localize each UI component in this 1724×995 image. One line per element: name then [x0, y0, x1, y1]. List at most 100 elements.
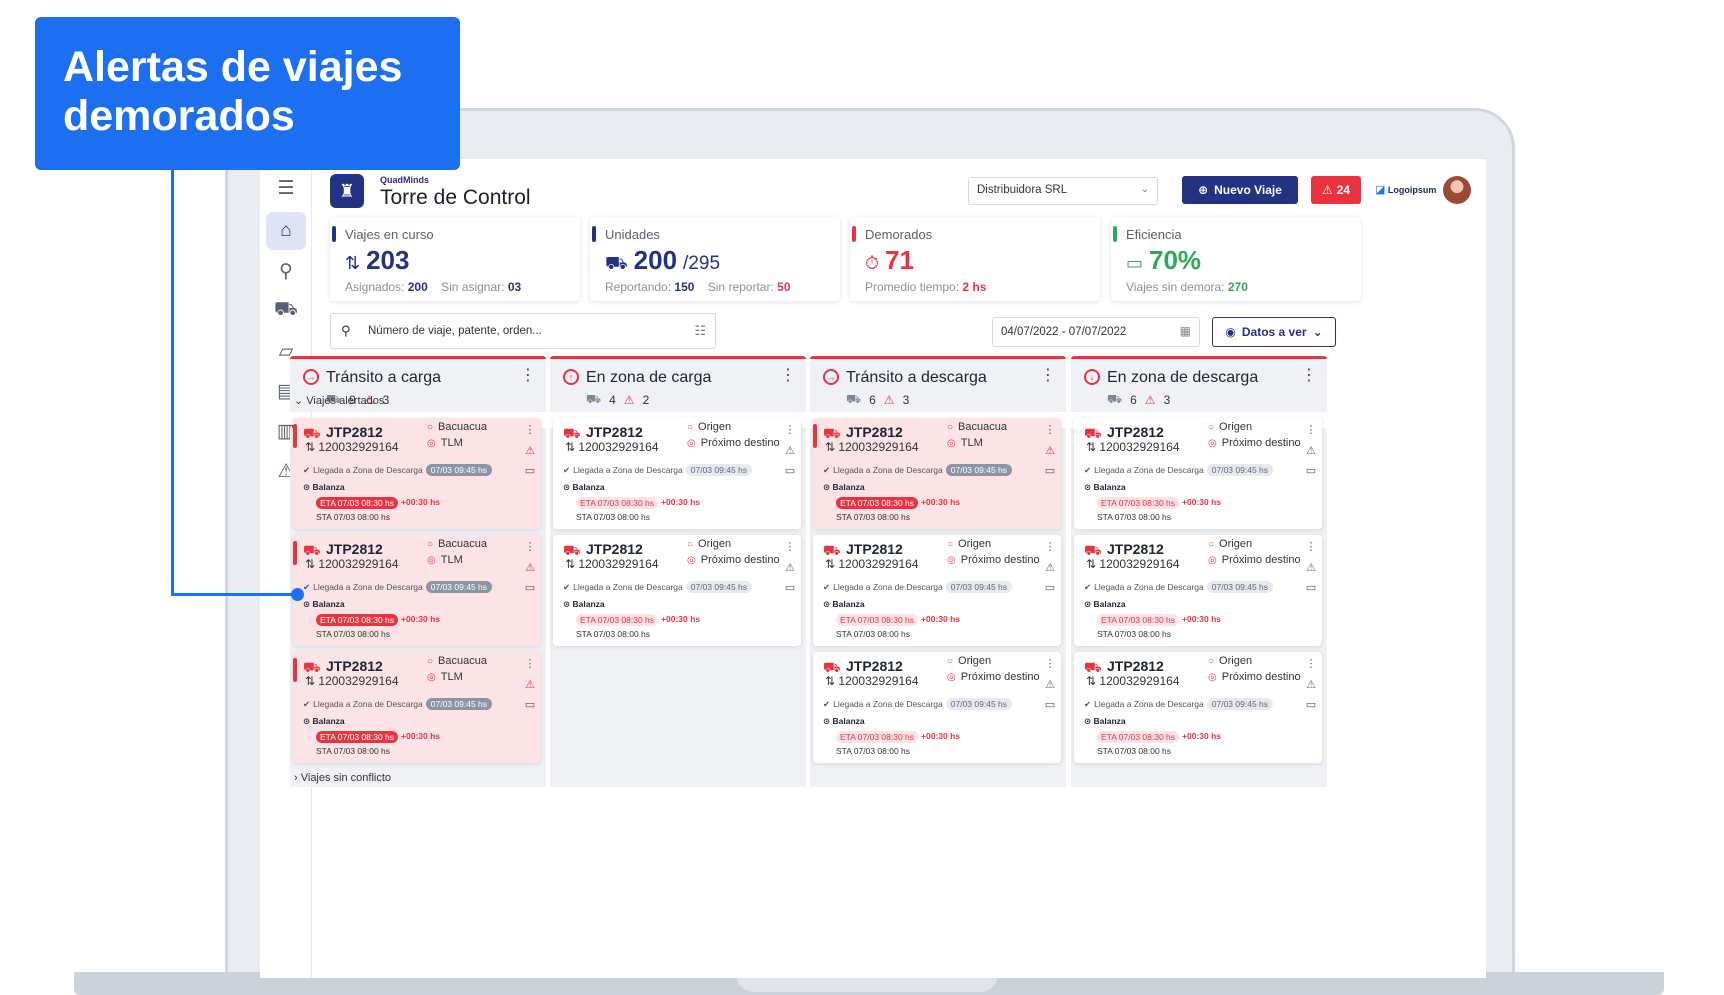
- warning-icon[interactable]: ⚠: [783, 444, 797, 457]
- comment-icon[interactable]: ▭: [1043, 464, 1057, 477]
- trip-number: ⇅ 120032929164: [825, 674, 919, 688]
- comment-icon[interactable]: ▭: [1304, 581, 1318, 594]
- kebab-menu-icon[interactable]: ⋮: [523, 540, 537, 553]
- trip-card[interactable]: ⛟ JTP2812 ⇅ 120032929164 ○ Origen ◎ Próximo de…: [813, 535, 1061, 646]
- comment-icon[interactable]: ▭: [523, 464, 537, 477]
- comment-icon[interactable]: ▭: [523, 581, 537, 594]
- truck-icon: ⛟: [605, 253, 628, 273]
- group-toggle-alerted[interactable]: ⌄ Viajes alertados: [294, 394, 384, 407]
- kebab-menu-icon[interactable]: ⋮: [780, 365, 796, 385]
- trip-number-value: 120032929164: [318, 557, 399, 571]
- kebab-menu-icon[interactable]: ⋮: [523, 657, 537, 670]
- search-input[interactable]: ⚲ Número de viaje, patente, orden... ☷: [330, 313, 716, 349]
- warning-icon[interactable]: ⚠: [783, 561, 797, 574]
- route-icon: ⇅: [305, 674, 316, 688]
- trip-card[interactable]: ⛟ JTP2812 ⇅ 120032929164 ○ Bacuacua ◎ TLM ⋮ ⚠ ▭ ✔ L…: [293, 418, 541, 529]
- warning-icon[interactable]: ⚠: [1043, 444, 1057, 457]
- kebab-menu-icon[interactable]: ⋮: [520, 365, 536, 385]
- column-alert-count: 2: [642, 393, 650, 407]
- menu-icon[interactable]: ☰: [266, 169, 306, 207]
- trip-location-origin: ○ Bacuacua: [427, 421, 487, 433]
- trip-delay: +00:30 hs: [401, 614, 441, 624]
- alerts-button[interactable]: ⚠ 24: [1311, 176, 1361, 204]
- column-counts: ⛟ 6 ⚠ 3: [1107, 392, 1170, 408]
- kebab-menu-icon[interactable]: ⋮: [1043, 540, 1057, 553]
- kebab-menu-icon[interactable]: ⋮: [1304, 423, 1318, 436]
- trip-eta-value: ETA 07/03 08:30 hs: [316, 731, 399, 743]
- location-pin-icon[interactable]: ⚲: [266, 252, 306, 290]
- kebab-menu-icon[interactable]: ⋮: [1304, 540, 1318, 553]
- trip-card[interactable]: ⛟ JTP2812 ⇅ 120032929164 ○ Origen ◎ Próximo de…: [1074, 652, 1322, 763]
- truck-icon[interactable]: ⛟: [266, 292, 306, 330]
- warning-icon[interactable]: ⚠: [523, 561, 537, 574]
- check-circle-icon: ✔: [563, 581, 571, 592]
- avatar[interactable]: [1443, 176, 1471, 204]
- warning-icon[interactable]: ⚠: [1304, 561, 1318, 574]
- kebab-menu-icon[interactable]: ⋮: [1043, 657, 1057, 670]
- trip-destination-value: Próximo destino: [1221, 437, 1301, 449]
- trip-sta: STA 07/03 08:00 hs: [316, 512, 391, 522]
- warning-icon[interactable]: ⚠: [1043, 561, 1057, 574]
- trip-card[interactable]: ⛟ JTP2812 ⇅ 120032929164 ○ Origen ◎ Próximo de…: [1074, 535, 1322, 646]
- warning-icon[interactable]: ⚠: [523, 678, 537, 691]
- kebab-menu-icon[interactable]: ⋮: [1040, 365, 1056, 385]
- trip-delay: +00:30 hs: [401, 497, 441, 507]
- kebab-menu-icon[interactable]: ⋮: [523, 423, 537, 436]
- date-range-input[interactable]: 04/07/2022 - 07/07/2022 ▦: [992, 317, 1200, 347]
- warning-icon[interactable]: ⚠: [523, 444, 537, 457]
- kebab-menu-icon[interactable]: ⋮: [1304, 657, 1318, 670]
- trip-code: JTP2812: [846, 424, 903, 440]
- comment-icon[interactable]: ▭: [783, 464, 797, 477]
- comment-icon[interactable]: ▭: [1304, 698, 1318, 711]
- trip-eta: ETA 07/03 08:30 hs +00:30 hs: [576, 614, 700, 626]
- trip-card[interactable]: ⛟ JTP2812 ⇅ 120032929164 ○ Bacuacua ◎ TLM ⋮ ⚠ ▭ ✔ L…: [293, 652, 541, 763]
- kebab-menu-icon[interactable]: ⋮: [783, 423, 797, 436]
- stat-foot-value: 270: [1227, 280, 1248, 294]
- trip-eta-value: ETA 07/03 08:30 hs: [836, 497, 919, 509]
- new-trip-button[interactable]: ⊕ Nuevo Viaje: [1182, 176, 1298, 204]
- comment-icon[interactable]: ▭: [1043, 698, 1057, 711]
- trip-origin-value: Bacuacua: [438, 538, 487, 550]
- trip-event-time: 07/03 09:45 hs: [1206, 464, 1274, 476]
- kebab-menu-icon[interactable]: ⋮: [1301, 365, 1317, 385]
- group-label-alerted: Viajes alertados: [306, 395, 385, 407]
- stop-circle-icon: ⊙: [303, 599, 311, 609]
- trip-card[interactable]: ⛟ JTP2812 ⇅ 120032929164 ○ Bacuacua ◎ TLM ⋮ ⚠ ▭ ✔ L…: [293, 535, 541, 646]
- trip-eta-value: ETA 07/03 08:30 hs: [316, 497, 399, 509]
- trip-event: ✔ Llegada a Zona de Descarga 07/03 09:45 h…: [1084, 698, 1274, 710]
- warning-icon[interactable]: ⚠: [1304, 444, 1318, 457]
- filter-icon[interactable]: ☷: [694, 323, 706, 339]
- kebab-menu-icon[interactable]: ⋮: [783, 540, 797, 553]
- trip-eta: ETA 07/03 08:30 hs +00:30 hs: [1097, 497, 1221, 509]
- kebab-menu-icon[interactable]: ⋮: [1043, 423, 1057, 436]
- trip-event: ✔ Llegada a Zona de Descarga 07/03 09:45 h…: [563, 581, 753, 593]
- trip-card[interactable]: ⛟ JTP2812 ⇅ 120032929164 ○ Origen ◎ Próximo de…: [553, 418, 801, 529]
- target-pin-icon: ◎: [427, 438, 436, 449]
- trip-location-destination: ◎ TLM: [427, 671, 463, 683]
- stat-accent-bar: [592, 226, 596, 242]
- home-icon[interactable]: ⌂: [266, 212, 306, 250]
- stat-foot-label: Viajes sin demora:: [1126, 280, 1225, 294]
- trip-eta-value: ETA 07/03 08:30 hs: [836, 614, 919, 626]
- stopwatch-icon: ⏱: [865, 253, 880, 273]
- distributor-select[interactable]: Distribuidora SRL ⌄: [968, 177, 1158, 205]
- trip-stop-label: Balanza: [832, 599, 865, 609]
- group-toggle-no-conflict[interactable]: › Viajes sin conflicto: [294, 772, 391, 784]
- trip-card[interactable]: ⛟ JTP2812 ⇅ 120032929164 ○ Bacuacua ◎ TLM ⋮ ⚠ ▭ ✔ L…: [813, 418, 1061, 529]
- trip-delay: +00:30 hs: [661, 497, 701, 507]
- stat-accent-bar: [332, 226, 336, 242]
- comment-icon[interactable]: ▭: [783, 581, 797, 594]
- warning-icon[interactable]: ⚠: [1304, 678, 1318, 691]
- comment-icon[interactable]: ▭: [1304, 464, 1318, 477]
- trip-card[interactable]: ⛟ JTP2812 ⇅ 120032929164 ○ Origen ◎ Próximo de…: [1074, 418, 1322, 529]
- warning-icon: ⚠: [1321, 183, 1333, 197]
- warning-icon[interactable]: ⚠: [1043, 678, 1057, 691]
- trip-card[interactable]: ⛟ JTP2812 ⇅ 120032929164 ○ Origen ◎ Próximo de…: [813, 652, 1061, 763]
- comment-icon[interactable]: ▭: [523, 698, 537, 711]
- client-logo-text: Logoipsum: [1387, 185, 1437, 195]
- stat-foot-value-2: 50: [777, 280, 791, 294]
- datos-a-ver-button[interactable]: ◉ Datos a ver ⌄: [1212, 317, 1336, 347]
- comment-icon[interactable]: ▭: [1043, 581, 1057, 594]
- trip-card[interactable]: ⛟ JTP2812 ⇅ 120032929164 ○ Origen ◎ Próximo de…: [553, 535, 801, 646]
- check-circle-icon: ✔: [823, 698, 831, 709]
